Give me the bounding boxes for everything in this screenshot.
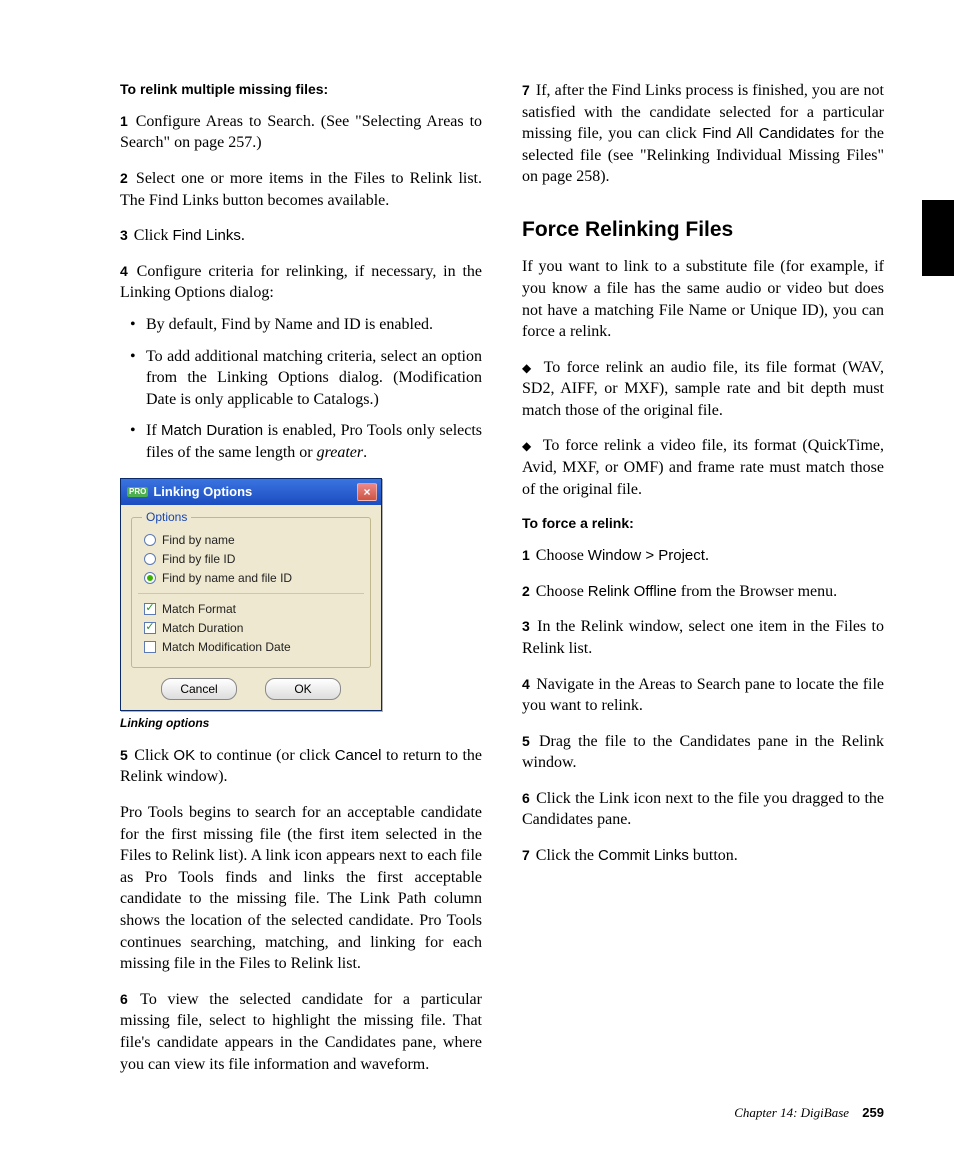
- radio-label: Find by file ID: [162, 552, 235, 566]
- step-text: In the Relink window, select one item in…: [522, 618, 884, 657]
- step-number: 2: [120, 170, 128, 186]
- step-number: 4: [120, 263, 128, 279]
- step-number: 7: [522, 82, 530, 98]
- section-heading: Force Relinking Files: [522, 216, 884, 244]
- ui-label: Find All Candidates: [702, 125, 834, 142]
- step-number: 3: [120, 227, 128, 243]
- emphasis: greater: [317, 444, 364, 461]
- force-step-2: 2 Choose Relink Offline from the Browser…: [522, 581, 884, 603]
- ui-label: Find Links: [172, 227, 240, 244]
- procedure-heading: To relink multiple missing files:: [120, 80, 482, 99]
- list-item: By default, Find by Name and ID is enabl…: [146, 314, 482, 336]
- bullet-list: By default, Find by Name and ID is enabl…: [120, 314, 482, 464]
- dialog-buttons: Cancel OK: [131, 678, 371, 700]
- thumb-tab: [922, 200, 954, 276]
- step-text: Configure Areas to Search. (See "Selecti…: [120, 113, 482, 152]
- diamond-icon: ◆: [522, 439, 533, 453]
- chapter-label: Chapter 14: DigiBase: [734, 1105, 849, 1120]
- procedure-heading: To force a relink:: [522, 514, 884, 533]
- ui-label: Commit Links: [598, 847, 689, 864]
- radio-icon: [144, 553, 156, 565]
- step-number: 4: [522, 676, 530, 692]
- cancel-button[interactable]: Cancel: [161, 678, 237, 700]
- ui-label: Window > Project: [588, 547, 705, 564]
- checkbox-label: Match Modification Date: [162, 640, 291, 654]
- dialog-body: Options Find by name Find by file ID Fin…: [121, 505, 381, 710]
- body-paragraph: Pro Tools begins to search for an accept…: [120, 802, 482, 975]
- dialog-titlebar: PRO Linking Options ×: [121, 479, 381, 505]
- divider: [138, 593, 364, 594]
- step-text: Click the Link icon next to the file you…: [522, 790, 884, 829]
- step-text: Navigate in the Areas to Search pane to …: [522, 676, 884, 715]
- force-step-1: 1 Choose Window > Project.: [522, 545, 884, 567]
- diamond-bullet: ◆ To force relink an audio file, its fil…: [522, 357, 884, 422]
- options-group: Options Find by name Find by file ID Fin…: [131, 517, 371, 668]
- check-match-format[interactable]: ✓ Match Format: [144, 602, 358, 616]
- step-1: 1 Configure Areas to Search. (See "Selec…: [120, 111, 482, 154]
- page-footer: Chapter 14: DigiBase 259: [734, 1105, 884, 1121]
- force-step-7: 7 Click the Commit Links button.: [522, 845, 884, 867]
- figure-caption: Linking options: [120, 715, 482, 731]
- check-match-modification-date[interactable]: Match Modification Date: [144, 640, 358, 654]
- step-number: 1: [120, 113, 128, 129]
- force-step-5: 5 Drag the file to the Candidates pane i…: [522, 731, 884, 774]
- ui-label: Match Duration: [161, 422, 263, 439]
- step-text: To view the selected candidate for a par…: [120, 991, 482, 1073]
- text-columns: To relink multiple missing files: 1 Conf…: [120, 80, 884, 1080]
- radio-icon: [144, 534, 156, 546]
- ui-label: OK: [173, 747, 195, 764]
- step-6: 6 To view the selected candidate for a p…: [120, 989, 482, 1075]
- step-number: 5: [522, 733, 530, 749]
- checkbox-label: Match Duration: [162, 621, 243, 635]
- dialog-title: Linking Options: [153, 484, 252, 499]
- step-text: .: [241, 227, 245, 244]
- dialog-figure: PRO Linking Options × Options Find by na…: [120, 478, 482, 731]
- page: To relink multiple missing files: 1 Conf…: [0, 0, 954, 1159]
- step-2: 2 Select one or more items in the Files …: [120, 168, 482, 211]
- ok-button[interactable]: OK: [265, 678, 341, 700]
- radio-find-by-name[interactable]: Find by name: [144, 533, 358, 547]
- force-step-4: 4 Navigate in the Areas to Search pane t…: [522, 674, 884, 717]
- page-number: 259: [862, 1105, 884, 1120]
- radio-label: Find by name: [162, 533, 235, 547]
- diamond-bullet: ◆ To force relink a video file, its form…: [522, 435, 884, 500]
- step-number: 6: [522, 790, 530, 806]
- step-text: Select one or more items in the Files to…: [120, 170, 482, 209]
- body-paragraph: If you want to link to a substitute file…: [522, 256, 884, 342]
- step-7: 7 If, after the Find Links process is fi…: [522, 80, 884, 188]
- step-number: 7: [522, 847, 530, 863]
- app-icon: PRO: [127, 487, 148, 497]
- step-text: Configure criteria for relinking, if nec…: [120, 263, 482, 302]
- radio-find-by-file-id[interactable]: Find by file ID: [144, 552, 358, 566]
- step-number: 3: [522, 618, 530, 634]
- checkbox-icon: [144, 641, 156, 653]
- radio-label: Find by name and file ID: [162, 571, 292, 585]
- close-icon[interactable]: ×: [357, 483, 377, 501]
- step-text: Drag the file to the Candidates pane in …: [522, 733, 884, 772]
- step-4: 4 Configure criteria for relinking, if n…: [120, 261, 482, 304]
- checkbox-icon: ✓: [144, 603, 156, 615]
- ui-label: Cancel: [335, 747, 382, 764]
- force-step-6: 6 Click the Link icon next to the file y…: [522, 788, 884, 831]
- diamond-icon: ◆: [522, 361, 534, 375]
- ui-label: Relink Offline: [588, 583, 677, 600]
- list-item: If Match Duration is enabled, Pro Tools …: [146, 420, 482, 463]
- step-text: Click: [134, 227, 173, 244]
- list-item: To add additional matching criteria, sel…: [146, 346, 482, 411]
- checkbox-icon: ✓: [144, 622, 156, 634]
- step-number: 1: [522, 547, 530, 563]
- force-step-3: 3 In the Relink window, select one item …: [522, 616, 884, 659]
- checkbox-label: Match Format: [162, 602, 236, 616]
- step-5: 5 Click OK to continue (or click Cancel …: [120, 745, 482, 788]
- step-number: 6: [120, 991, 128, 1007]
- step-number: 5: [120, 747, 128, 763]
- group-legend: Options: [142, 510, 191, 524]
- step-3: 3 Click Find Links.: [120, 225, 482, 247]
- step-number: 2: [522, 583, 530, 599]
- radio-icon: [144, 572, 156, 584]
- radio-find-by-name-and-id[interactable]: Find by name and file ID: [144, 571, 358, 585]
- linking-options-dialog: PRO Linking Options × Options Find by na…: [120, 478, 382, 711]
- check-match-duration[interactable]: ✓ Match Duration: [144, 621, 358, 635]
